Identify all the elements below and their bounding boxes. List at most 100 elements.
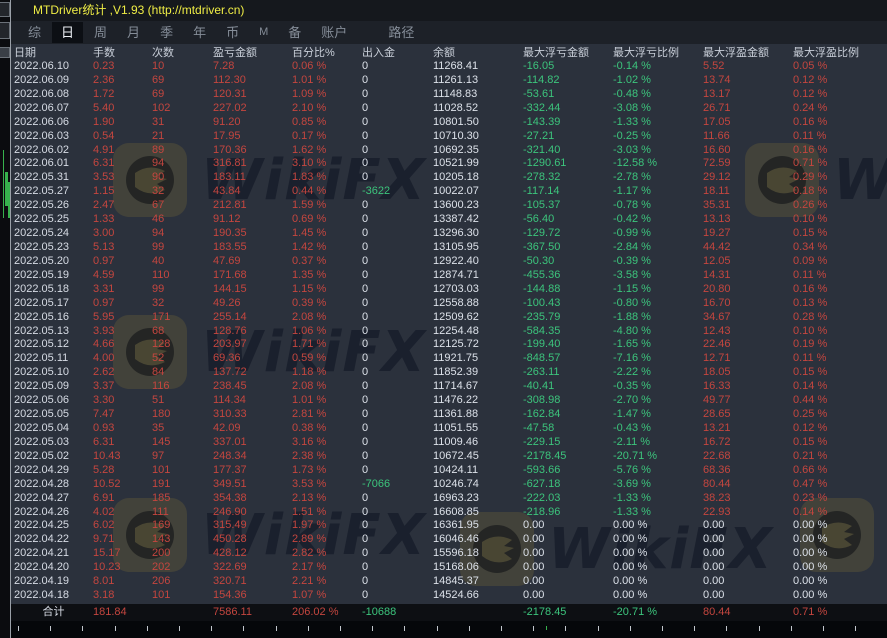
row-cell-balance: 13105.95 (433, 241, 523, 255)
total-cell-max-drawdown-pct: -20.71 % (613, 604, 703, 621)
menu-item-summary[interactable]: 综 (19, 22, 50, 43)
row-cell-trades: 69 (152, 74, 213, 88)
row-cell-max-profit-pct: 0.00 % (793, 575, 887, 589)
row-cell-pnl-pct: 2.17 % (292, 561, 362, 575)
row-cell-max-drawdown-pct: -3.03 % (613, 144, 703, 158)
row-cell-max-profit-pct: 0.00 % (793, 561, 887, 575)
menu-item-yearly[interactable]: 年 (184, 22, 215, 43)
row-cell-pnl: 144.15 (213, 283, 292, 297)
row-cell-max-profit-pct: 0.44 % (793, 394, 887, 408)
window-title-bar[interactable]: MTDriver统计 ,V1.93 (http://mtdriver.cn) (11, 0, 887, 21)
menu-item-monthly[interactable]: 月 (118, 22, 149, 43)
table-row: 2022.05.124.66128203.971.71 %012125.72-1… (11, 338, 887, 352)
row-cell-max-drawdown: -321.40 (523, 144, 613, 158)
row-cell-netflow: 0 (362, 116, 433, 130)
time-axis-tick (437, 626, 438, 631)
row-cell-max-drawdown-pct: -1.17 % (613, 185, 703, 199)
row-cell-trades: 67 (152, 199, 213, 213)
row-cell-max-drawdown-pct: 0.00 % (613, 589, 703, 603)
row-cell-max-drawdown-pct: -0.78 % (613, 199, 703, 213)
row-cell-max-profit-pct: 0.10 % (793, 213, 887, 227)
row-cell-date: 2022.05.11 (14, 352, 93, 366)
menu-item-m[interactable]: M (250, 22, 277, 43)
row-cell-max-profit: 12.71 (703, 352, 793, 366)
toolbar-fragment (0, 2, 10, 17)
table-row: 2022.04.276.91185354.382.13 %016963.23-2… (11, 492, 887, 506)
menu-item-currency[interactable]: 币 (217, 22, 248, 43)
row-cell-max-drawdown: 0.00 (523, 575, 613, 589)
row-cell-max-drawdown: -50.30 (523, 255, 613, 269)
row-cell-balance: 16963.23 (433, 492, 523, 506)
row-cell-pnl: 43.84 (213, 185, 292, 199)
row-cell-max-profit: 34.67 (703, 311, 793, 325)
row-cell-pnl-pct: 1.42 % (292, 241, 362, 255)
row-cell-balance: 15596.18 (433, 547, 523, 561)
row-cell-netflow: 0 (362, 157, 433, 171)
time-axis-tick (598, 626, 599, 631)
row-cell-trades: 102 (152, 102, 213, 116)
row-cell-trades: 101 (152, 464, 213, 478)
row-cell-trades: 171 (152, 311, 213, 325)
row-cell-netflow: 0 (362, 366, 433, 380)
row-cell-max-profit-pct: 0.66 % (793, 464, 887, 478)
row-cell-date: 2022.04.29 (14, 464, 93, 478)
row-cell-max-profit: 13.21 (703, 422, 793, 436)
row-cell-max-drawdown: -53.61 (523, 88, 613, 102)
row-cell-max-profit-pct: 0.34 % (793, 241, 887, 255)
menu-item-note[interactable]: 备 (279, 22, 310, 43)
time-axis-tick (565, 626, 566, 631)
row-cell-max-drawdown-pct: -3.69 % (613, 478, 703, 492)
row-cell-pnl: 137.72 (213, 366, 292, 380)
row-cell-lots: 5.40 (93, 102, 152, 116)
row-cell-max-drawdown-pct: -0.39 % (613, 255, 703, 269)
row-cell-pnl: 310.33 (213, 408, 292, 422)
row-cell-balance: 11051.55 (433, 422, 523, 436)
row-cell-netflow: 0 (362, 171, 433, 185)
row-cell-netflow: 0 (362, 269, 433, 283)
row-cell-pnl: 183.55 (213, 241, 292, 255)
chart-candle-fragment (8, 182, 10, 218)
row-cell-max-profit-pct: 0.71 % (793, 157, 887, 171)
row-cell-max-profit: 26.71 (703, 102, 793, 116)
row-cell-date: 2022.04.21 (14, 547, 93, 561)
row-cell-date: 2022.06.09 (14, 74, 93, 88)
menu-item-path[interactable]: 路径 (379, 22, 423, 43)
toolbar-fragment (0, 22, 10, 39)
table-total-row: 合计181.847586.11206.02 %-10688-2178.45-20… (11, 604, 887, 621)
table-row: 2022.05.262.4767212.811.59 %013600.23-10… (11, 199, 887, 213)
row-cell-trades: 101 (152, 589, 213, 603)
row-cell-netflow: 0 (362, 297, 433, 311)
row-cell-max-drawdown: -105.37 (523, 199, 613, 213)
row-cell-date: 2022.04.19 (14, 575, 93, 589)
row-cell-lots: 3.37 (93, 380, 152, 394)
row-cell-max-profit-pct: 0.00 % (793, 533, 887, 547)
row-cell-balance: 12922.40 (433, 255, 523, 269)
row-cell-trades: 40 (152, 255, 213, 269)
row-cell-balance: 10205.18 (433, 171, 523, 185)
row-cell-netflow: -3622 (362, 185, 433, 199)
row-cell-netflow: 0 (362, 130, 433, 144)
row-cell-date: 2022.05.10 (14, 366, 93, 380)
row-cell-max-profit-pct: 0.19 % (793, 338, 887, 352)
menu-item-quarterly[interactable]: 季 (151, 22, 182, 43)
row-cell-max-drawdown-pct: -1.88 % (613, 311, 703, 325)
row-cell-lots: 4.59 (93, 269, 152, 283)
menu-item-weekly[interactable]: 周 (85, 22, 116, 43)
menu-item-daily[interactable]: 日 (52, 22, 83, 43)
table-row: 2022.05.183.3199144.151.15 %012703.03-14… (11, 283, 887, 297)
row-cell-date: 2022.05.23 (14, 241, 93, 255)
row-cell-max-drawdown-pct: -0.80 % (613, 297, 703, 311)
row-cell-lots: 4.02 (93, 506, 152, 520)
row-cell-netflow: 0 (362, 506, 433, 520)
table-row: 2022.05.243.0094190.351.45 %013296.30-12… (11, 227, 887, 241)
row-cell-pnl-pct: 1.59 % (292, 199, 362, 213)
row-cell-date: 2022.04.18 (14, 589, 93, 603)
row-cell-date: 2022.04.25 (14, 519, 93, 533)
row-cell-lots: 10.43 (93, 450, 152, 464)
row-cell-max-drawdown-pct: -7.16 % (613, 352, 703, 366)
total-cell-max-profit-pct: 0.71 % (793, 604, 887, 621)
row-cell-netflow: 0 (362, 589, 433, 603)
table-row: 2022.05.271.153243.840.44 %-362210022.07… (11, 185, 887, 199)
row-cell-max-profit: 0.00 (703, 533, 793, 547)
menu-item-account[interactable]: 账户 (312, 22, 356, 43)
